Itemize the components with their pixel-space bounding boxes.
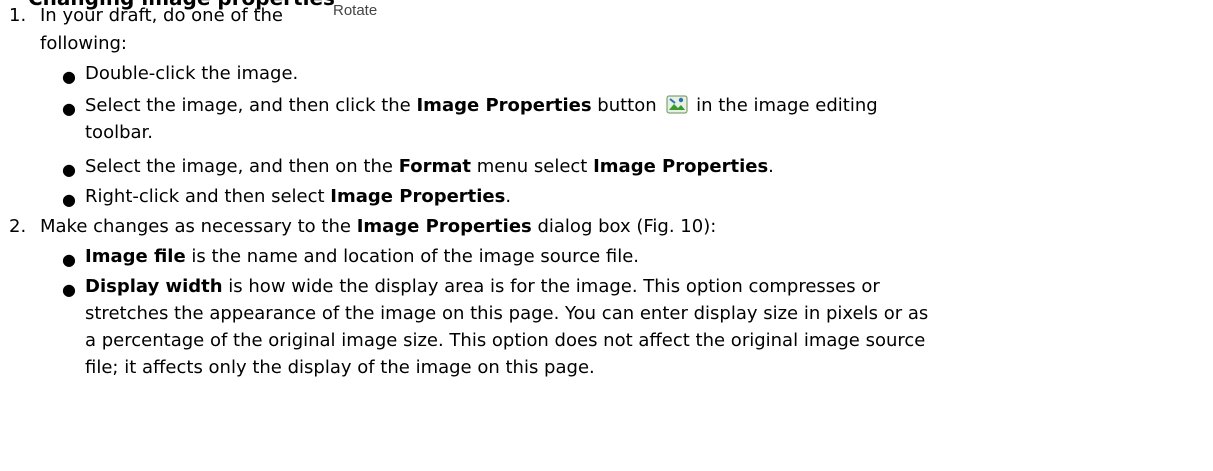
bullet-text: Right-click and then select Image Proper…	[85, 186, 512, 207]
step-text: Make changes as necessary to the Image P…	[40, 216, 717, 237]
bullet-icon: ●	[62, 190, 76, 209]
step-number: 1.	[9, 5, 27, 26]
bullet-text: Select the image, and then click the Ima…	[85, 95, 878, 116]
bullet-icon: ●	[62, 160, 76, 179]
bullet-icon: ●	[62, 67, 76, 86]
bullet-text-continued: toolbar.	[85, 122, 154, 143]
bullet-text: Double-click the image.	[85, 63, 299, 84]
bullet-text: Select the image, and then on the Format…	[85, 156, 774, 177]
step-text: In your draft, do one of the	[40, 5, 283, 26]
bullet-icon: ●	[62, 250, 76, 269]
bullet-text: Image file is the name and location of t…	[85, 246, 640, 267]
bullet-text-continued: stretches the appearance of the image on…	[85, 303, 929, 324]
document-page: Changing image properties Rotate 1. In y…	[0, 0, 1213, 471]
step-number: 2.	[9, 216, 27, 237]
bullet-text-continued: a percentage of the original image size.…	[85, 330, 926, 351]
step-text-continued: following:	[40, 33, 127, 54]
bullet-text-continued: file; it affects only the display of the…	[85, 357, 595, 378]
rotate-label: Rotate	[333, 2, 378, 19]
bullet-icon: ●	[62, 280, 76, 299]
bullet-icon: ●	[62, 99, 76, 118]
bullet-text: Display width is how wide the display ar…	[85, 276, 880, 297]
image-properties-icon	[666, 95, 688, 114]
